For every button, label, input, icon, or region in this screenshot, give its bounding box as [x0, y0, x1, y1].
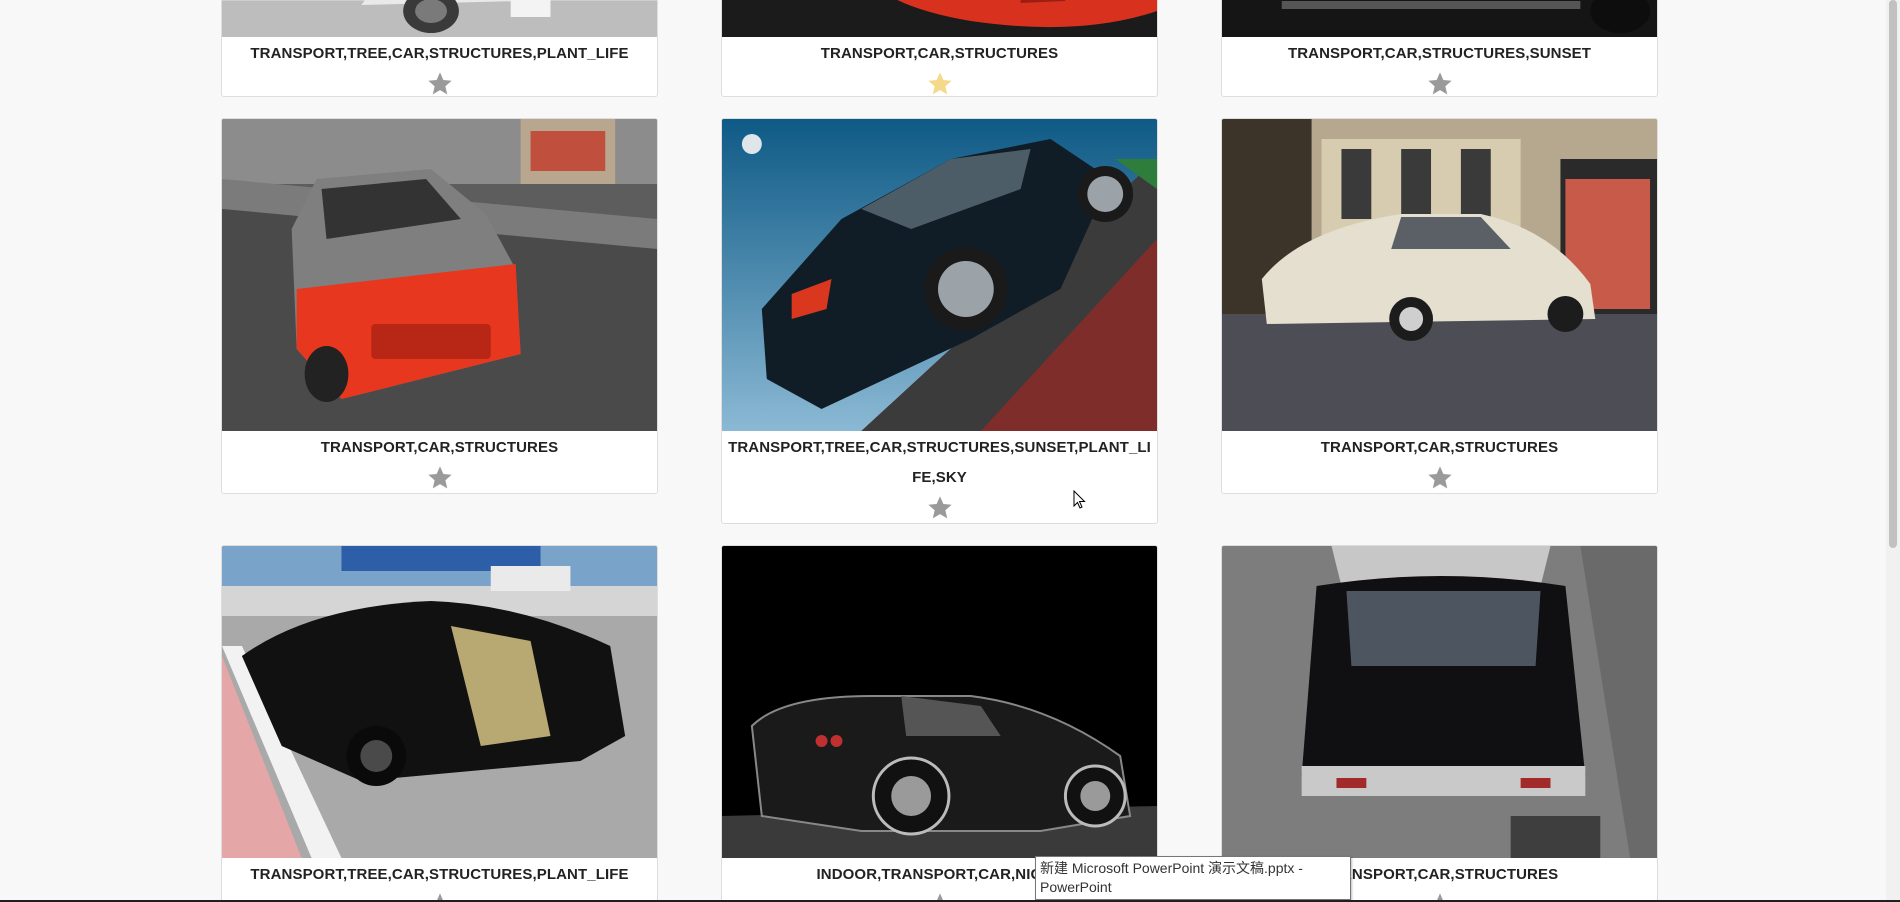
car-photo[interactable] — [722, 546, 1157, 858]
star-icon[interactable] — [926, 70, 954, 97]
photo-tags: TRANSPORT,TREE,CAR,STRUCTURES,PLANT_LIFE — [250, 45, 629, 62]
car-photo[interactable] — [222, 0, 657, 37]
star-icon[interactable] — [1426, 464, 1454, 492]
car-photo[interactable] — [1222, 0, 1657, 37]
favorite-star-button[interactable] — [222, 463, 657, 493]
favorite-star-button[interactable] — [1222, 463, 1657, 493]
car-photo[interactable] — [222, 546, 657, 858]
favorite-star-button[interactable] — [722, 69, 1157, 97]
favorite-star-button[interactable] — [1222, 69, 1657, 97]
tooltip-line-2: PowerPoint — [1040, 879, 1112, 895]
photo-tags: TRANSPORT,TREE,CAR,STRUCTURES,PLANT_LIFE — [250, 866, 629, 883]
photo-card[interactable]: TRANSPORT,CAR,STRUCTURES — [1221, 118, 1658, 494]
photo-card[interactable]: TRANSPORT,TREE,CAR,STRUCTURES,PLANT_LIFE — [221, 545, 658, 902]
star-icon[interactable] — [926, 494, 954, 522]
star-icon[interactable] — [426, 464, 454, 492]
photo-gallery-page: TRANSPORT,TREE,CAR,STRUCTURES,PLANT_LIFE… — [0, 0, 1900, 902]
car-photo[interactable] — [722, 0, 1157, 37]
photo-card[interactable]: INDOOR,TRANSPORT,CAR,NIGHT — [721, 545, 1158, 902]
photo-card[interactable]: TRANSPORT,CAR,STRUCTURES — [1221, 545, 1658, 902]
photo-tags: TRANSPORT,TREE,CAR,STRUCTURES,SUNSET,PLA… — [728, 439, 1151, 486]
vertical-scrollbar[interactable] — [1886, 0, 1900, 902]
favorite-star-button[interactable] — [222, 69, 657, 97]
photo-card[interactable]: TRANSPORT,CAR,STRUCTURES — [221, 118, 658, 494]
star-icon[interactable] — [426, 70, 454, 97]
car-photo[interactable] — [222, 119, 657, 431]
photo-card[interactable]: TRANSPORT,CAR,STRUCTURES — [721, 0, 1158, 97]
photo-tags: TRANSPORT,CAR,STRUCTURES,SUNSET — [1287, 45, 1592, 62]
mouse-cursor-icon — [1073, 490, 1086, 509]
car-photo[interactable] — [722, 119, 1157, 431]
photo-card[interactable]: TRANSPORT,CAR,STRUCTURES,SUNSET — [1221, 0, 1658, 97]
photo-card[interactable]: TRANSPORT,TREE,CAR,STRUCTURES,SUNSET,PLA… — [721, 118, 1158, 524]
tooltip-line-1: 新建 Microsoft PowerPoint 演示文稿.pptx - — [1040, 860, 1303, 876]
photo-tags: TRANSPORT,CAR,STRUCTURES — [320, 439, 559, 456]
star-icon[interactable] — [1426, 70, 1454, 97]
favorite-star-button[interactable] — [722, 493, 1157, 523]
photo-tags: TRANSPORT,CAR,STRUCTURES — [1320, 439, 1559, 456]
car-photo[interactable] — [1222, 546, 1657, 858]
scrollbar-thumb[interactable] — [1889, 0, 1897, 548]
photo-card[interactable]: TRANSPORT,TREE,CAR,STRUCTURES,PLANT_LIFE — [221, 0, 658, 97]
taskbar-tooltip: 新建 Microsoft PowerPoint 演示文稿.pptx - Powe… — [1035, 856, 1351, 900]
car-photo[interactable] — [1222, 119, 1657, 431]
photo-tags: TRANSPORT,CAR,STRUCTURES — [820, 45, 1059, 62]
